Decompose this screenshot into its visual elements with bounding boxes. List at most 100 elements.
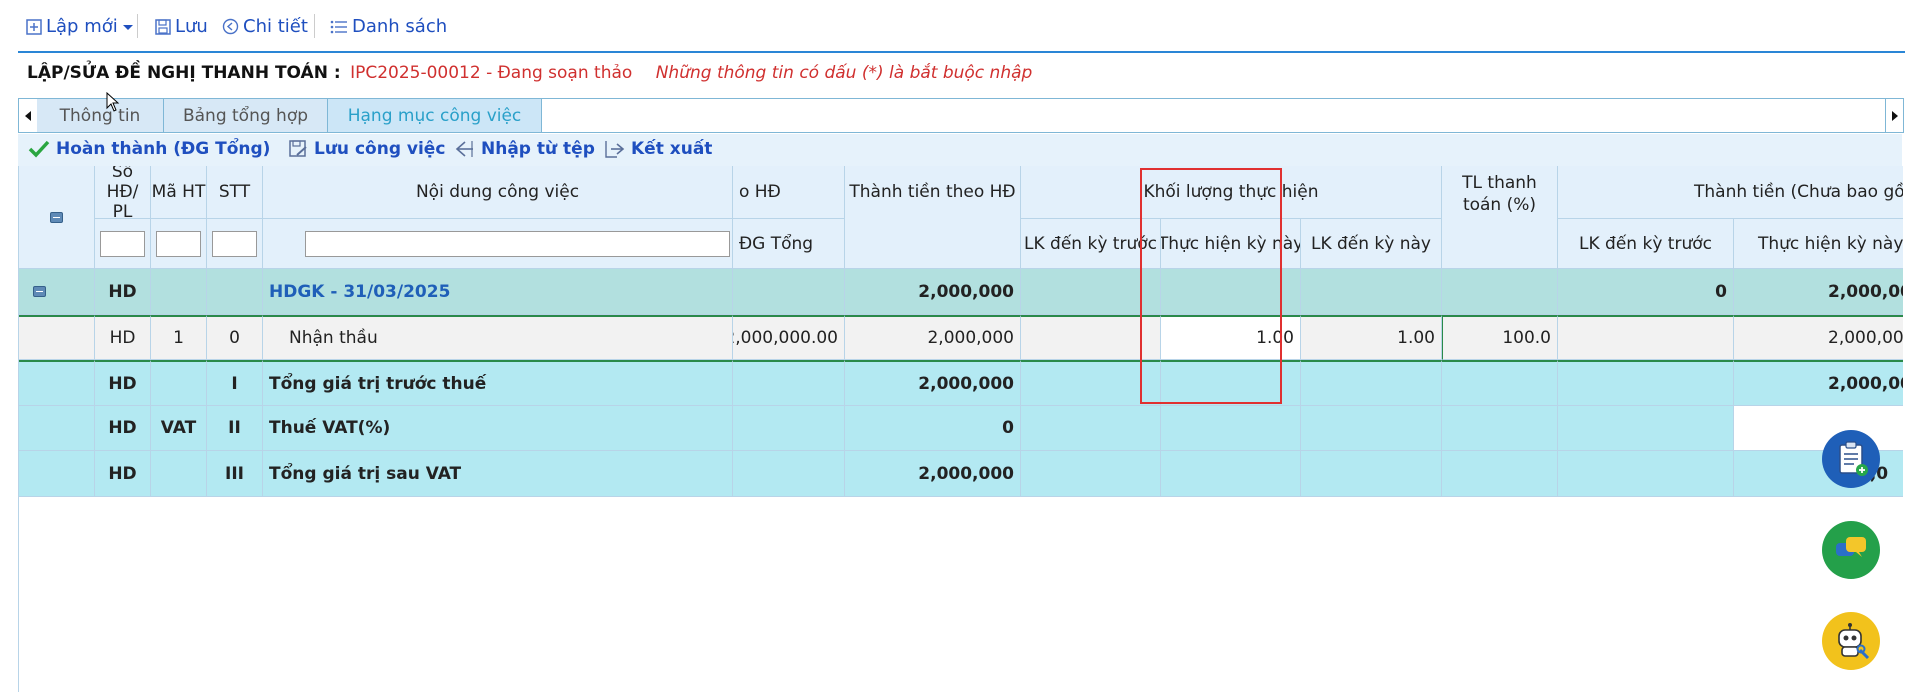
tab-bang-tong-hop[interactable]: Bảng tổng hợp bbox=[164, 99, 328, 132]
cell-content: Thuế VAT(%) bbox=[263, 406, 733, 451]
cell-stt: III bbox=[207, 451, 263, 497]
save-button[interactable]: Lưu bbox=[155, 16, 208, 37]
cell-vol-cum bbox=[1301, 360, 1442, 406]
cell-price bbox=[733, 269, 845, 315]
cell-code bbox=[151, 451, 207, 497]
cell-contract-no: HD bbox=[95, 315, 151, 360]
cell-content-group[interactable]: HDGK - 31/03/2025 bbox=[263, 269, 733, 315]
import-button[interactable]: Nhập từ tệp bbox=[453, 139, 595, 159]
chat-bubble-icon bbox=[1836, 537, 1866, 557]
detail-button-label: Chi tiết bbox=[243, 16, 308, 37]
filter-cell bbox=[151, 219, 207, 269]
cell-contract-no: HD bbox=[95, 406, 151, 451]
filter-code-input[interactable] bbox=[156, 230, 201, 257]
cell-amt-this: 2,000,000 bbox=[1734, 315, 1903, 360]
arrow-left-icon bbox=[455, 141, 473, 157]
work-items-grid: Số HĐ/ PL Mã HT STT Nội dung công việc o… bbox=[18, 166, 1903, 692]
cell-vol-cum bbox=[1301, 269, 1442, 315]
clipboard-add-icon bbox=[1839, 441, 1868, 476]
import-button-label: Nhập từ tệp bbox=[481, 139, 595, 159]
list-icon bbox=[330, 20, 347, 33]
col-header-amt-this: Thực hiện kỳ này bbox=[1734, 219, 1903, 269]
cell-vol-cum bbox=[1301, 451, 1442, 497]
cell-vol-this bbox=[1161, 269, 1301, 315]
cell-stt: II bbox=[207, 406, 263, 451]
tab-label: Thông tin bbox=[59, 105, 141, 126]
cell-amt-this-input[interactable] bbox=[1734, 406, 1903, 451]
cell-stt: I bbox=[207, 360, 263, 406]
cell-amount-contract: 2,000,000 bbox=[845, 451, 1021, 497]
cell-amount-contract: 0 bbox=[845, 406, 1021, 451]
cell-pay-ratio bbox=[1442, 269, 1558, 315]
cell-price bbox=[733, 451, 845, 497]
complete-button-label: Hoàn thành (ĐG Tổng) bbox=[56, 139, 271, 159]
filter-stt-input[interactable] bbox=[212, 230, 257, 257]
tab-hang-muc-cong-viec[interactable]: Hạng mục công việc bbox=[328, 99, 542, 132]
col-header-contract-no: Số HĐ/ PL bbox=[95, 166, 151, 219]
toolbar-divider bbox=[137, 14, 138, 38]
tab-strip: Thông tin Bảng tổng hợp Hạng mục công vi… bbox=[18, 98, 1904, 133]
tab-scroll-left[interactable] bbox=[19, 99, 37, 132]
cell-amount-contract: 2,000,000 bbox=[845, 360, 1021, 406]
cell-vol-prev bbox=[1021, 315, 1161, 360]
cell-content: Tổng giá trị trước thuế bbox=[263, 360, 733, 406]
cell-code bbox=[151, 360, 207, 406]
top-toolbar: Lập mới Lưu Chi tiết Danh sách bbox=[0, 0, 1919, 52]
collapse-icon bbox=[33, 286, 46, 297]
cell-amt-this: 2,000,000 bbox=[1734, 269, 1903, 315]
save-button-label: Lưu bbox=[175, 16, 208, 37]
col-header-vol-this: Thực hiện kỳ này bbox=[1161, 219, 1301, 269]
cell-pay-ratio bbox=[1442, 360, 1558, 406]
cell-price: 2,000,000.00 bbox=[733, 315, 845, 360]
title-label: LẬP/SỬA ĐỀ NGHỊ THANH TOÁN : bbox=[27, 63, 341, 83]
mouse-cursor-icon bbox=[106, 92, 120, 112]
cell-code bbox=[151, 269, 207, 315]
cell-pay-ratio: 100.0 bbox=[1442, 315, 1558, 360]
filter-contract-no-input[interactable] bbox=[100, 230, 145, 257]
cell-vol-prev bbox=[1021, 406, 1161, 451]
detail-button[interactable]: Chi tiết bbox=[222, 16, 308, 37]
tab-thong-tin[interactable]: Thông tin bbox=[37, 99, 164, 132]
filter-cell bbox=[207, 219, 263, 269]
cell-stt: 0 bbox=[207, 315, 263, 360]
cell-vol-cum bbox=[1301, 406, 1442, 451]
grid-action-bar: Hoàn thành (ĐG Tổng) Lưu công việc Nhập … bbox=[18, 134, 1902, 166]
chat-fab[interactable] bbox=[1822, 521, 1880, 579]
new-button-label: Lập mới bbox=[46, 16, 118, 37]
filter-cell bbox=[263, 219, 733, 269]
list-button[interactable]: Danh sách bbox=[330, 16, 447, 37]
floppy-edit-icon bbox=[289, 140, 307, 157]
complete-button[interactable]: Hoàn thành (ĐG Tổng) bbox=[28, 139, 270, 159]
support-bot-fab[interactable] bbox=[1822, 612, 1880, 670]
cell-vol-this bbox=[1161, 406, 1301, 451]
col-header-vol-prev: LK đến kỳ trước bbox=[1021, 219, 1161, 269]
cell-amt-prev bbox=[1558, 406, 1734, 451]
col-group-volume: Khối lượng thực hiện bbox=[1021, 166, 1442, 219]
caret-down-icon bbox=[122, 24, 133, 30]
cell-amt-prev bbox=[1558, 360, 1734, 406]
col-header-amount-contract: Thành tiền theo HĐ bbox=[845, 166, 1021, 269]
cell-amt-this: 2,000,000 bbox=[1734, 360, 1903, 406]
new-document-fab[interactable] bbox=[1822, 430, 1880, 488]
col-header-code: Mã HT bbox=[151, 166, 207, 219]
document-status: IPC2025-00012 - Đang soạn thảo bbox=[350, 63, 633, 83]
cell-pay-ratio bbox=[1442, 406, 1558, 451]
row-collapse-toggle[interactable] bbox=[19, 269, 95, 315]
col-group-amount: Thành tiền (Chưa bao gồm % bbox=[1558, 166, 1903, 219]
cell-pay-ratio bbox=[1442, 451, 1558, 497]
row-selector bbox=[19, 451, 95, 497]
filter-content-input[interactable] bbox=[305, 230, 730, 257]
cell-contract-no: HD bbox=[95, 360, 151, 406]
select-all-toggle[interactable] bbox=[19, 166, 95, 269]
cell-stt bbox=[207, 269, 263, 315]
save-work-button[interactable]: Lưu công việc bbox=[288, 139, 445, 159]
row-selector[interactable] bbox=[19, 315, 95, 360]
cell-content: Nhận thầu bbox=[263, 315, 733, 360]
export-button[interactable]: Kết xuất bbox=[603, 139, 712, 159]
cell-vol-this-input[interactable]: 1.00 bbox=[1161, 315, 1301, 360]
col-header-price-total: ĐG Tổng bbox=[733, 219, 845, 269]
required-note: Những thông tin có dấu (*) là bắt buộc n… bbox=[655, 63, 1033, 83]
tab-scroll-right[interactable] bbox=[1885, 99, 1904, 132]
cell-content: Tổng giá trị sau VAT bbox=[263, 451, 733, 497]
new-button[interactable]: Lập mới bbox=[26, 16, 134, 37]
